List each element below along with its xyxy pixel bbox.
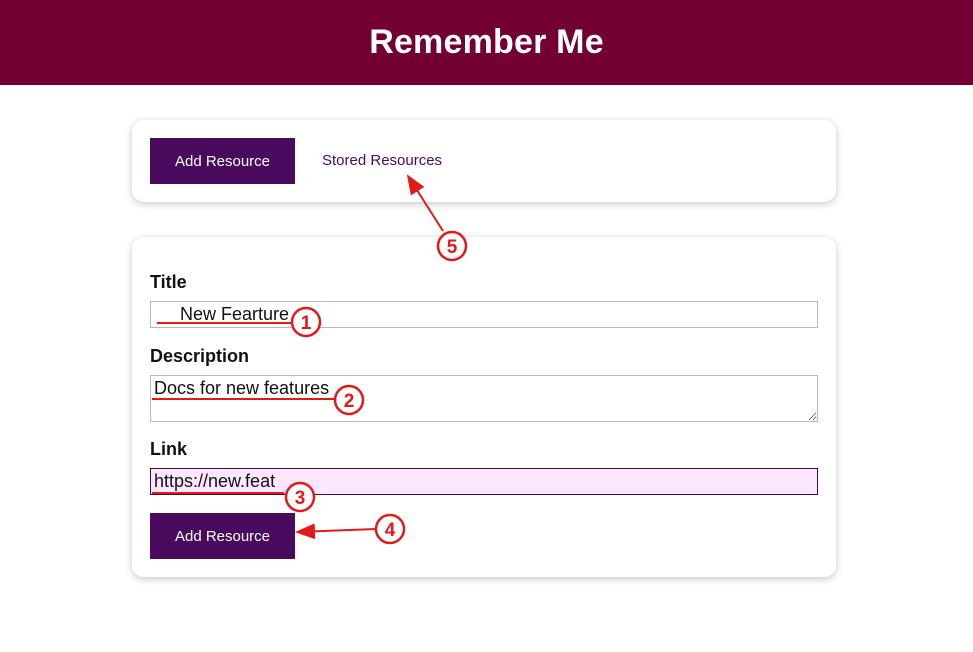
add-resource-submit-button[interactable]: Add Resource (150, 513, 295, 559)
description-label: Description (150, 346, 250, 366)
add-resource-nav-button[interactable]: Add Resource (150, 138, 295, 184)
add-resource-form: Title Description Docs for new features … (132, 237, 836, 577)
nav-card: Add Resource Stored Resources (132, 120, 836, 202)
title-input[interactable] (150, 301, 818, 328)
link-label: Link (150, 439, 188, 459)
title-label: Title (150, 272, 187, 292)
app-header: Remember Me (0, 0, 973, 85)
stored-resources-link[interactable]: Stored Resources (322, 152, 442, 169)
link-input[interactable] (150, 468, 818, 495)
page: Remember Me Add Resource Stored Resource… (0, 0, 973, 652)
description-textarea[interactable]: Docs for new features (150, 375, 818, 422)
app-title: Remember Me (369, 23, 604, 61)
